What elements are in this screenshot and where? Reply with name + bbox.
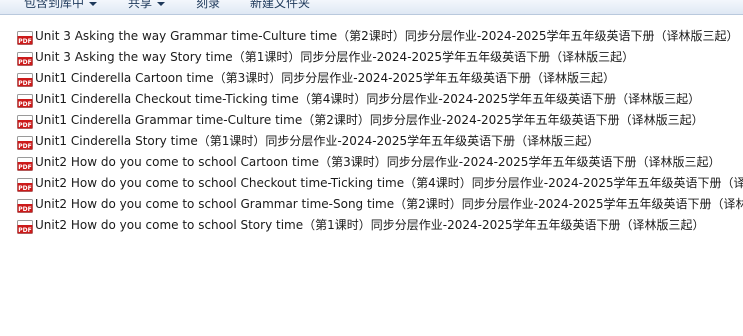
svg-text:PDF: PDF	[18, 122, 31, 129]
file-name: Unit2 How do you come to school Grammar …	[35, 197, 743, 211]
burn-button[interactable]: 刻录	[196, 0, 220, 10]
file-row[interactable]: PDF Unit1 Cinderella Checkout time-Tickin…	[0, 89, 743, 110]
pdf-icon: PDF	[17, 115, 33, 129]
command-toolbar: 包含到库中 共享 刻录 新建文件夹	[0, 0, 743, 15]
svg-text:PDF: PDF	[18, 206, 31, 213]
svg-text:PDF: PDF	[18, 80, 31, 87]
file-row[interactable]: PDF Unit1 Cinderella Story time（第1课时）同步分层…	[0, 131, 743, 152]
svg-text:PDF: PDF	[18, 164, 31, 171]
pdf-icon: PDF	[17, 31, 33, 45]
include-in-library-label: 包含到库中	[24, 0, 85, 10]
file-name: Unit1 Cinderella Story time（第1课时）同步分层作业-…	[35, 134, 600, 148]
chevron-down-icon	[157, 1, 166, 6]
include-in-library-button[interactable]: 包含到库中	[24, 0, 98, 10]
chevron-down-icon	[89, 1, 98, 6]
new-folder-label: 新建文件夹	[250, 0, 311, 10]
share-button[interactable]: 共享	[128, 0, 166, 10]
pdf-icon: PDF	[17, 136, 33, 150]
file-row[interactable]: PDF Unit 3 Asking the way Story time（第1课时…	[0, 47, 743, 68]
file-name: Unit2 How do you come to school Checkout…	[35, 176, 743, 190]
pdf-icon: PDF	[17, 94, 33, 108]
burn-label: 刻录	[196, 0, 221, 10]
pdf-icon: PDF	[17, 52, 33, 66]
file-row[interactable]: PDF Unit1 Cinderella Grammar time-Culture…	[0, 110, 743, 131]
pdf-icon: PDF	[17, 73, 33, 87]
file-row[interactable]: PDF Unit2 How do you come to school Check…	[0, 173, 743, 194]
file-name: Unit 3 Asking the way Grammar time-Cultu…	[35, 29, 739, 43]
file-row[interactable]: PDF Unit 3 Asking the way Grammar time-Cu…	[0, 26, 743, 47]
file-name: Unit1 Cinderella Cartoon time（第3课时）同步分层作…	[35, 71, 616, 85]
pdf-icon: PDF	[17, 178, 33, 192]
pdf-icon: PDF	[17, 220, 33, 234]
svg-text:PDF: PDF	[18, 38, 31, 45]
new-folder-button[interactable]: 新建文件夹	[250, 0, 310, 10]
svg-text:PDF: PDF	[18, 101, 31, 108]
svg-text:PDF: PDF	[18, 143, 31, 150]
file-row[interactable]: PDF Unit2 How do you come to school Story…	[0, 215, 743, 236]
svg-text:PDF: PDF	[18, 185, 31, 192]
file-name: Unit1 Cinderella Checkout time-Ticking t…	[35, 92, 701, 106]
file-row[interactable]: PDF Unit2 How do you come to school Gramm…	[0, 194, 743, 215]
file-row[interactable]: PDF Unit2 How do you come to school Carto…	[0, 152, 743, 173]
file-name: Unit 3 Asking the way Story time（第1课时）同步…	[35, 50, 635, 64]
svg-text:PDF: PDF	[18, 227, 31, 234]
svg-text:PDF: PDF	[18, 59, 31, 66]
file-name: Unit2 How do you come to school Story ti…	[35, 218, 705, 232]
pdf-icon: PDF	[17, 199, 33, 213]
file-name: Unit2 How do you come to school Cartoon …	[35, 155, 721, 169]
share-label: 共享	[128, 0, 153, 10]
pdf-icon: PDF	[17, 157, 33, 171]
file-row[interactable]: PDF Unit1 Cinderella Cartoon time（第3课时）同步…	[0, 68, 743, 89]
file-name: Unit1 Cinderella Grammar time-Culture ti…	[35, 113, 704, 127]
file-list: PDF Unit 3 Asking the way Grammar time-Cu…	[0, 26, 743, 236]
